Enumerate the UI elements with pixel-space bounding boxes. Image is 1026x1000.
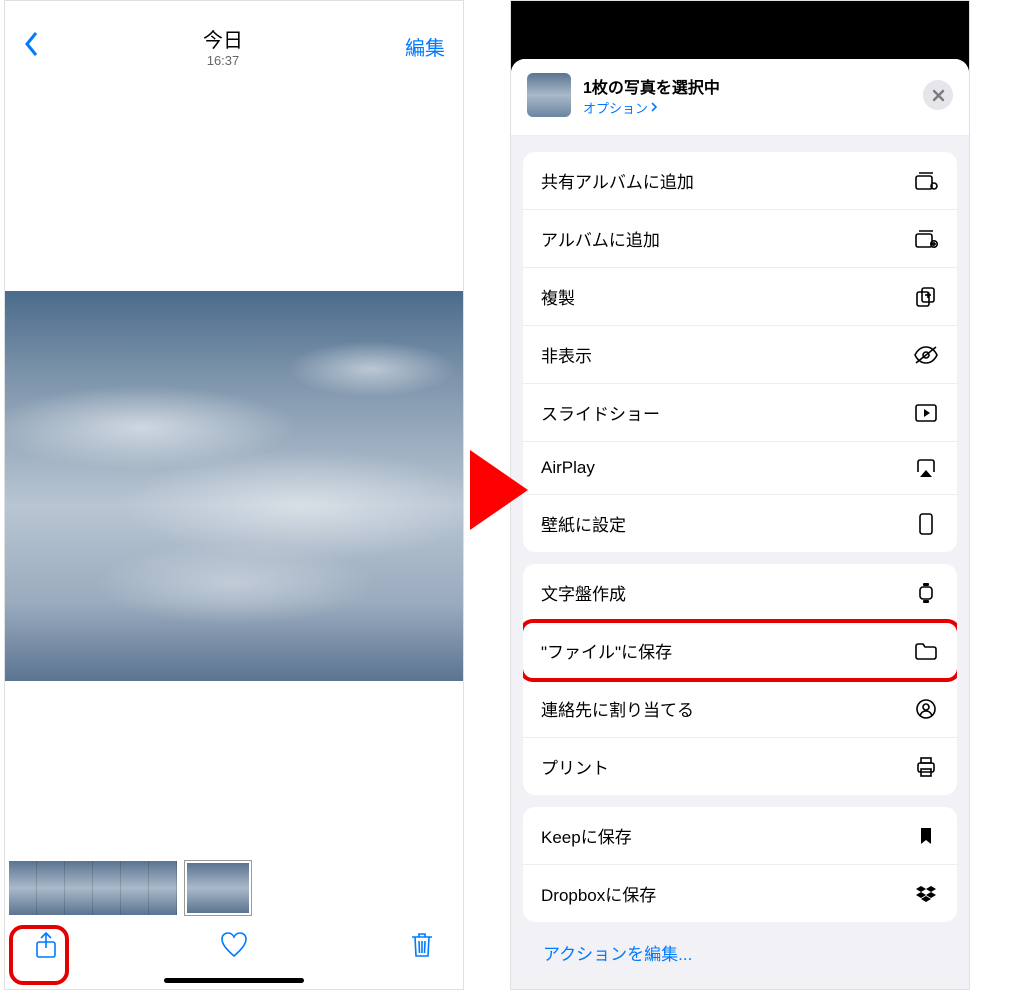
thumbnail[interactable]	[93, 861, 121, 915]
back-button[interactable]	[23, 30, 41, 63]
thumbnail[interactable]	[149, 861, 177, 915]
action-label: 壁紙に設定	[541, 511, 626, 536]
arrow-icon	[470, 450, 528, 530]
print-icon	[913, 756, 939, 778]
favorite-button[interactable]	[219, 930, 249, 965]
share-sheet: 1枚の写真を選択中 オプション 共有アルバムに追加アルバムに追加複製非表示スライ…	[511, 59, 969, 989]
thumbnail-selected[interactable]	[185, 861, 251, 915]
contact-icon	[913, 698, 939, 720]
thumbnail[interactable]	[121, 861, 149, 915]
action-row[interactable]: Keepに保存	[523, 807, 957, 864]
thumbnail[interactable]	[37, 861, 65, 915]
duplicate-icon	[913, 286, 939, 308]
action-row[interactable]: 壁紙に設定	[523, 494, 957, 552]
sheet-thumbnail	[527, 73, 571, 117]
action-row[interactable]: 非表示	[523, 325, 957, 383]
action-row[interactable]: アルバムに追加	[523, 209, 957, 267]
nav-title-time: 16:37	[203, 53, 243, 68]
action-label: 共有アルバムに追加	[541, 168, 694, 193]
bookmark-icon	[913, 826, 939, 846]
folder-icon	[913, 641, 939, 661]
sheet-title: 1枚の写真を選択中	[583, 74, 911, 98]
home-indicator[interactable]	[164, 978, 304, 983]
action-label: 非表示	[541, 342, 592, 367]
edit-button[interactable]: 編集	[405, 32, 445, 61]
edit-actions-link[interactable]: アクションを編集...	[523, 922, 957, 973]
action-label: 連絡先に割り当てる	[541, 696, 694, 721]
action-row[interactable]: 複製	[523, 267, 957, 325]
action-label: Keepに保存	[541, 823, 632, 848]
trash-button[interactable]	[407, 930, 437, 965]
action-label: アルバムに追加	[541, 226, 660, 251]
action-row[interactable]: 連絡先に割り当てる	[523, 679, 957, 737]
action-label: AirPlay	[541, 458, 595, 478]
watchface-icon	[913, 581, 939, 605]
sheet-header: 1枚の写真を選択中 オプション	[511, 59, 969, 136]
nav-title-main: 今日	[203, 24, 243, 53]
action-group-1: 共有アルバムに追加アルバムに追加複製非表示スライドショー AirPlay 壁紙に設定	[523, 152, 957, 552]
action-label: 複製	[541, 284, 575, 309]
airplay-icon	[913, 458, 939, 478]
thumbnail[interactable]	[65, 861, 93, 915]
action-row[interactable]: "ファイル"に保存	[523, 621, 957, 679]
action-group-3: Keepに保存 Dropboxに保存	[523, 807, 957, 922]
action-label: 文字盤作成	[541, 580, 626, 605]
action-group-2: 文字盤作成 "ファイル"に保存連絡先に割り当てるプリント	[523, 564, 957, 795]
dropbox-icon	[913, 884, 939, 904]
nav-title: 今日 16:37	[203, 24, 243, 68]
nav-bar: 今日 16:37 編集	[5, 1, 463, 91]
action-row[interactable]: スライドショー	[523, 383, 957, 441]
album-add-icon	[913, 228, 939, 250]
share-button[interactable]	[31, 930, 61, 965]
action-label: "ファイル"に保存	[541, 638, 672, 663]
action-label: Dropboxに保存	[541, 881, 656, 906]
shared-album-icon	[913, 170, 939, 192]
action-label: スライドショー	[541, 400, 660, 425]
main-photo[interactable]	[5, 291, 463, 681]
options-link[interactable]: オプション	[583, 98, 911, 117]
action-row[interactable]: Dropboxに保存	[523, 864, 957, 922]
action-row[interactable]: 共有アルバムに追加	[523, 152, 957, 209]
share-sheet-screen: 1枚の写真を選択中 オプション 共有アルバムに追加アルバムに追加複製非表示スライ…	[510, 0, 970, 990]
photos-app-screen: 今日 16:37 編集	[4, 0, 464, 990]
thumbnail-strip[interactable]	[5, 861, 463, 915]
hide-icon	[913, 345, 939, 365]
wallpaper-icon	[913, 512, 939, 536]
close-button[interactable]	[923, 80, 953, 110]
action-label: プリント	[541, 754, 609, 779]
slideshow-icon	[913, 403, 939, 423]
action-row[interactable]: 文字盤作成	[523, 564, 957, 621]
action-row[interactable]: AirPlay	[523, 441, 957, 494]
thumbnail[interactable]	[9, 861, 37, 915]
action-row[interactable]: プリント	[523, 737, 957, 795]
